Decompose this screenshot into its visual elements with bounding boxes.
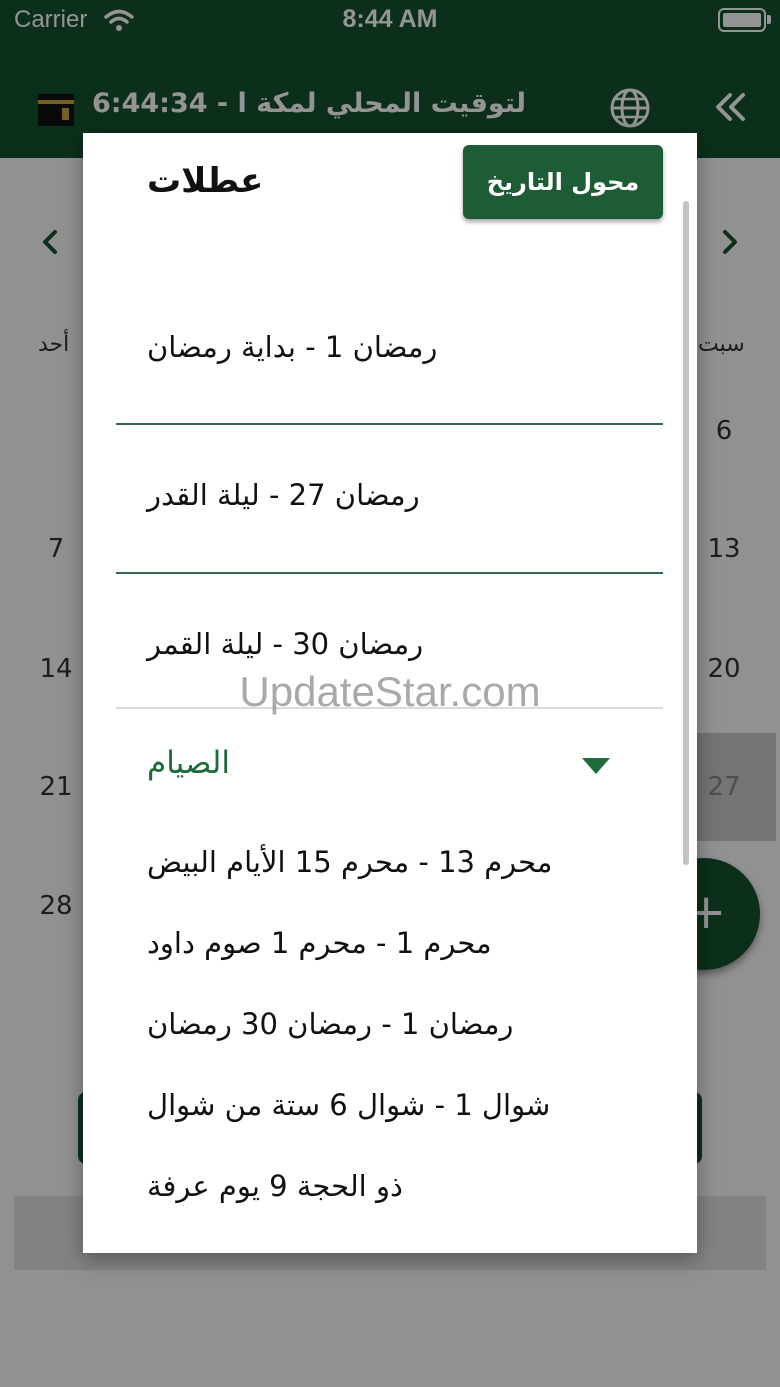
fasting-item[interactable]: محرم 1 - محرم 1 صوم داود (147, 926, 627, 960)
fasting-section-title[interactable]: الصيام (147, 745, 367, 781)
holiday-item[interactable]: رمضان 30 - ليلة القمر (147, 627, 627, 661)
watermark: UpdateStar.com (239, 668, 541, 715)
triangle-down-icon[interactable] (581, 757, 611, 775)
fasting-item[interactable]: محرم 13 - محرم 15 الأيام البيض (147, 845, 627, 879)
date-converter-button[interactable]: محول التاريخ (463, 145, 663, 219)
holiday-item[interactable]: رمضان 1 - بداية رمضان (147, 330, 627, 364)
fasting-item[interactable]: رمضان 1 - رمضان 30 رمضان (147, 1007, 627, 1041)
fasting-item[interactable]: ذو الحجة 9 يوم عرفة (147, 1169, 627, 1203)
dialog-title: عطلات (147, 161, 264, 201)
holiday-item[interactable]: رمضان 27 - ليلة القدر (147, 478, 627, 512)
divider (116, 572, 663, 574)
fasting-item[interactable]: شوال 1 - شوال 6 ستة من شوال (147, 1088, 627, 1122)
scrollbar-thumb[interactable] (683, 201, 689, 865)
divider (116, 423, 663, 425)
